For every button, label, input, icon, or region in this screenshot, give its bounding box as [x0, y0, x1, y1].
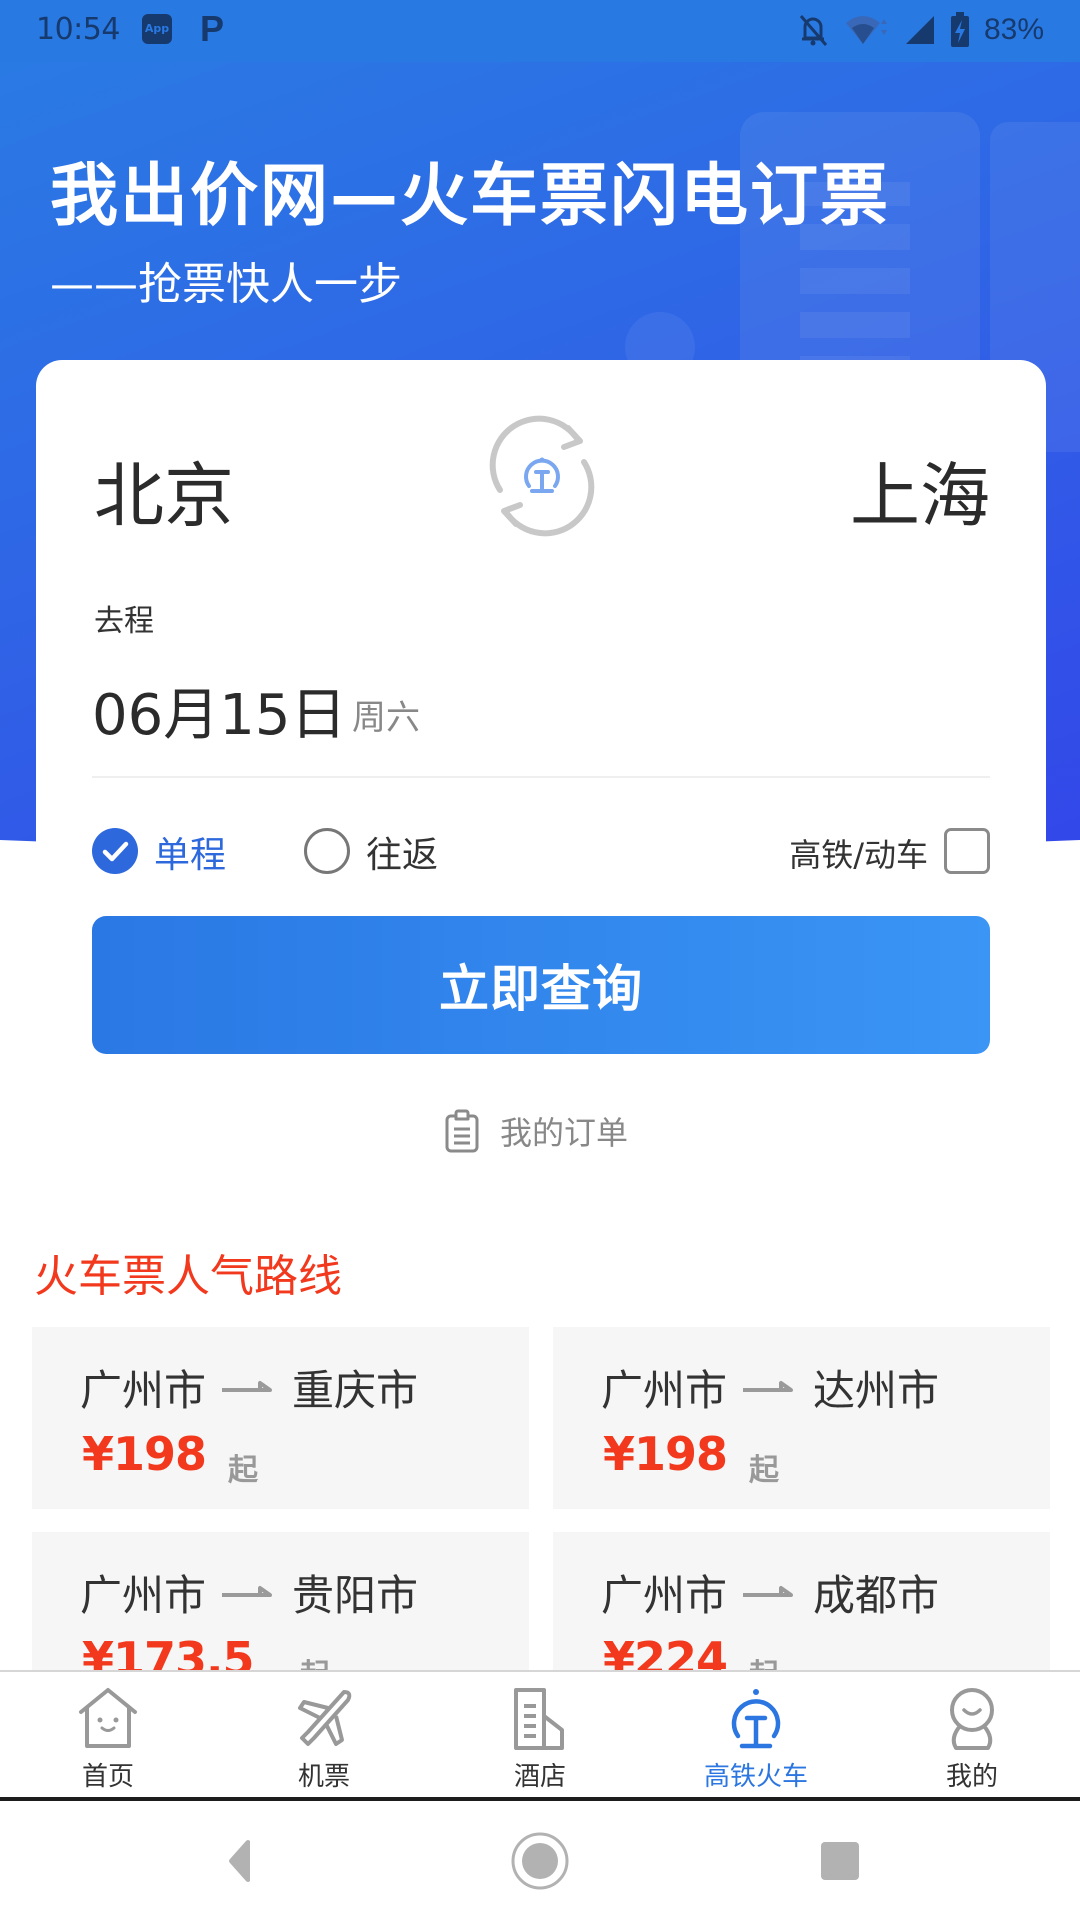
route-from: 广州市: [601, 1571, 728, 1620]
profile-icon: [950, 1688, 994, 1750]
check-icon: [102, 841, 129, 862]
my-orders-link[interactable]: 我的订单: [444, 1106, 628, 1156]
do-not-disturb-bell-icon: [799, 15, 828, 46]
arrow-right-icon: [222, 1585, 273, 1597]
battery-percent: 83%: [983, 13, 1044, 46]
system-nav-bar: [0, 1801, 1080, 1920]
route-line: 广州市 达州市: [601, 1357, 939, 1418]
cellular-signal-icon: [905, 16, 934, 44]
round-trip-label[interactable]: 往返: [366, 826, 438, 878]
clipboard-icon: [445, 1109, 479, 1153]
tab-flights[interactable]: 机票: [216, 1672, 432, 1797]
route-line: 广州市 贵阳市: [80, 1562, 418, 1623]
one-way-radio[interactable]: [92, 828, 138, 874]
arrow-right-icon: [743, 1380, 794, 1392]
back-icon[interactable]: [210, 1831, 270, 1891]
route-from: 广州市: [80, 1366, 207, 1415]
battery-charging-icon: [950, 12, 969, 47]
trip-options: 单程 往返 高铁/动车: [92, 822, 990, 878]
tab-profile[interactable]: 我的: [864, 1672, 1080, 1797]
tab-label: 首页: [81, 1762, 134, 1792]
wifi-icon: [845, 16, 887, 44]
home-button-icon[interactable]: [510, 1831, 570, 1891]
to-city[interactable]: 上海: [850, 440, 990, 541]
depart-weekday: 周六: [352, 698, 420, 738]
railway-swap-icon: [489, 415, 595, 537]
app-notification-icon: App: [142, 14, 172, 44]
depart-label: 去程: [94, 604, 154, 639]
tab-label: 高铁火车: [703, 1762, 808, 1792]
search-button[interactable]: 立即查询: [92, 916, 990, 1054]
divider: [92, 776, 990, 778]
route-from: 广州市: [601, 1366, 728, 1415]
status-icons: 83%: [796, 10, 1044, 50]
route-price: ¥198: [603, 1427, 728, 1481]
tab-label: 酒店: [513, 1762, 566, 1792]
price-from-suffix: 起: [749, 1453, 779, 1488]
depart-date[interactable]: 06月15日: [92, 670, 347, 751]
page-title: 我出价网—火车票闪电订票: [50, 157, 891, 236]
route-to: 达州市: [813, 1366, 940, 1415]
page-subtitle: ——抢票快人一步: [50, 259, 402, 310]
route-card[interactable]: 广州市 重庆市 ¥198 起: [32, 1327, 529, 1509]
route-price: ¥198: [82, 1427, 207, 1481]
route-to: 贵阳市: [292, 1571, 419, 1620]
swap-cities-button[interactable]: [480, 414, 604, 538]
tab-home[interactable]: 首页: [0, 1672, 216, 1797]
hotel-building-icon: [514, 1688, 564, 1750]
status-bar: 10:54 App P 83%: [0, 0, 1080, 62]
route-line: 广州市 成都市: [601, 1562, 939, 1623]
price-from-suffix: 起: [228, 1453, 258, 1488]
search-card: 北京 上海 去程 06月15日 周六 单程 往返 高铁/动车 立即查询: [36, 360, 1046, 1100]
arrow-right-icon: [222, 1380, 273, 1392]
my-orders-label: 我的订单: [500, 1114, 629, 1152]
tab-label: 我的: [945, 1762, 998, 1792]
bottom-tab-bar: 首页 机票 酒店 高铁火车 我的: [0, 1670, 1080, 1801]
route-to: 重庆市: [292, 1366, 419, 1415]
popular-routes-title: 火车票人气路线: [34, 1251, 342, 1302]
one-way-label[interactable]: 单程: [154, 826, 226, 878]
arrow-right-icon: [743, 1585, 794, 1597]
route-from: 广州市: [80, 1571, 207, 1620]
tab-hotel[interactable]: 酒店: [432, 1672, 648, 1797]
status-time: 10:54: [36, 12, 120, 47]
from-city[interactable]: 北京: [94, 440, 234, 541]
parking-app-icon: P: [200, 8, 225, 49]
route-to: 成都市: [813, 1571, 940, 1620]
route-line: 广州市 重庆市: [80, 1357, 418, 1418]
route-card[interactable]: 广州市 达州市 ¥198 起: [553, 1327, 1050, 1509]
home-icon: [79, 1688, 137, 1748]
high-speed-checkbox[interactable]: [944, 828, 990, 874]
recents-icon[interactable]: [810, 1831, 870, 1891]
round-trip-radio[interactable]: [304, 828, 350, 874]
tab-label: 机票: [297, 1762, 350, 1792]
tab-trains[interactable]: 高铁火车: [648, 1672, 864, 1797]
airplane-icon: [298, 1690, 352, 1746]
railway-logo-icon: [731, 1689, 781, 1749]
high-speed-label[interactable]: 高铁/动车: [789, 830, 928, 876]
